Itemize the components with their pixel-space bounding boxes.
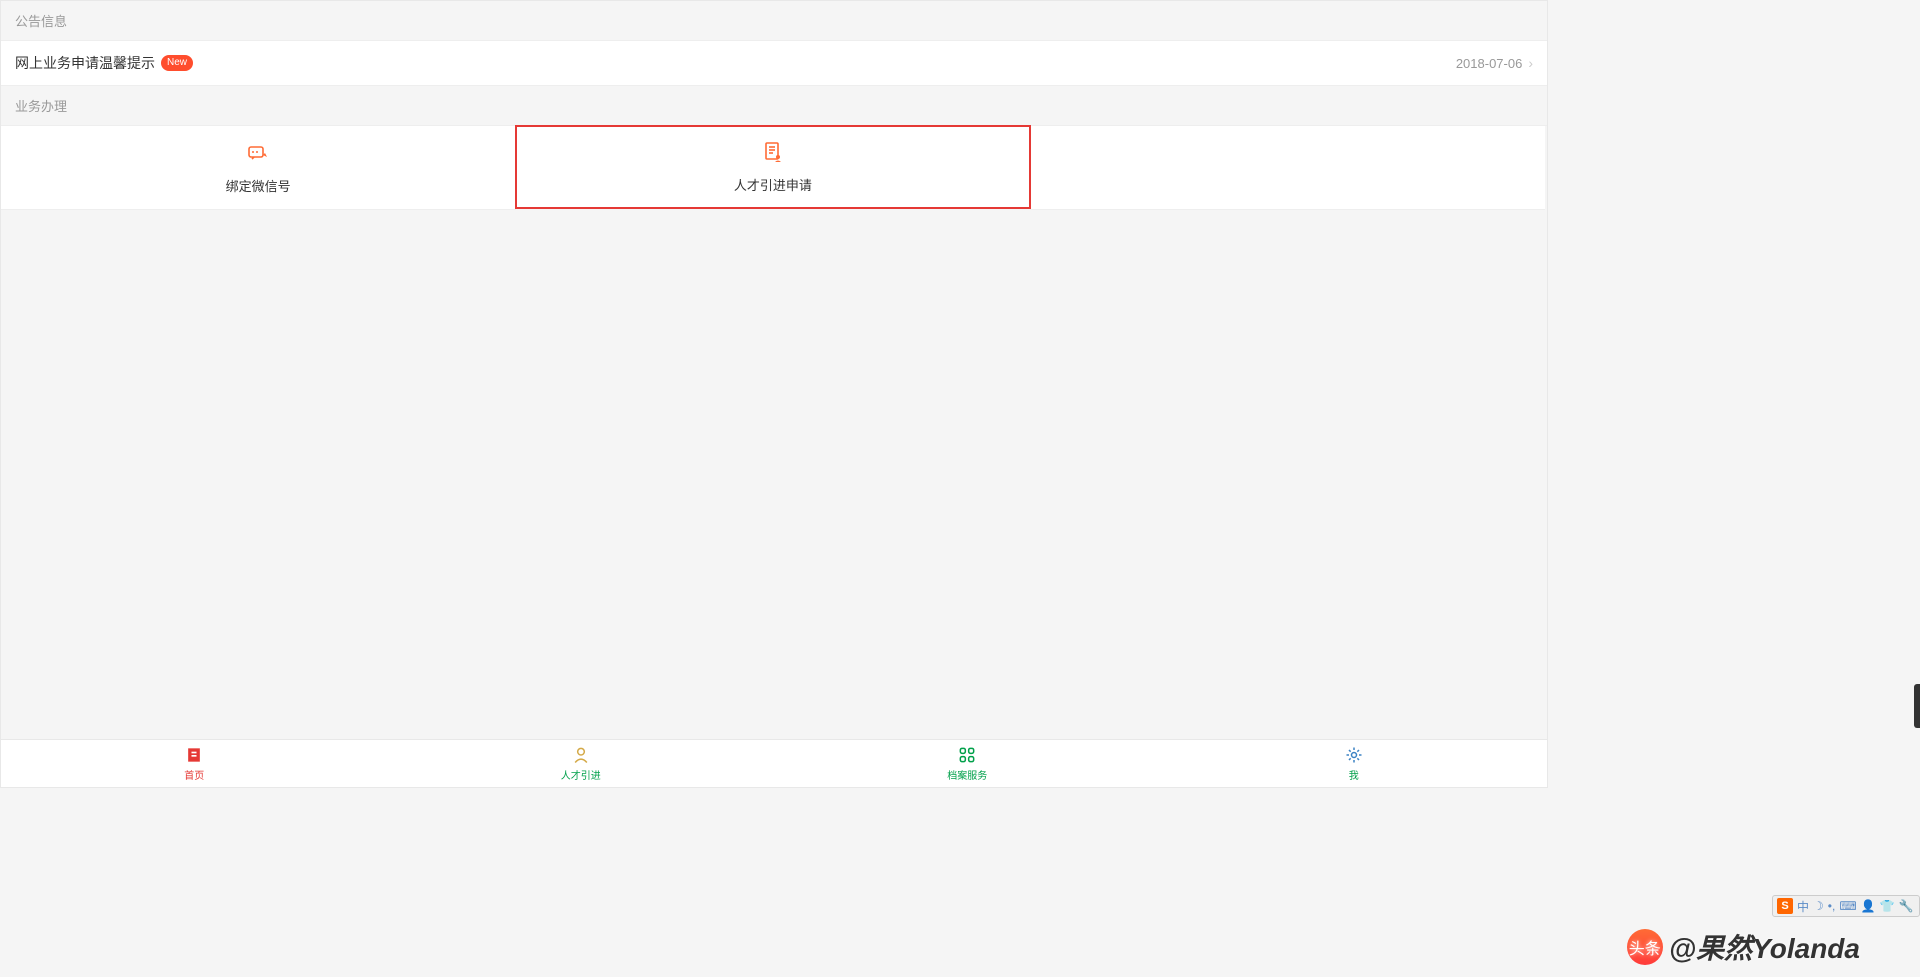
announcement-item[interactable]: 网上业务申请温馨提示 New 2018-07-06 › xyxy=(1,41,1547,86)
nav-archive-label: 档案服务 xyxy=(947,767,987,782)
watermark: 头条 @果然Yolanda xyxy=(1627,927,1860,967)
bind-wechat-label: 绑定微信号 xyxy=(226,176,291,195)
bind-wechat-card[interactable]: 绑定微信号 xyxy=(1,126,516,210)
business-header-label: 业务办理 xyxy=(15,99,67,114)
wechat-icon xyxy=(246,141,270,168)
talent-apply-label: 人才引进申请 xyxy=(734,175,812,194)
ime-tool-icon[interactable]: 🔧 xyxy=(1899,899,1914,913)
watermark-logo-icon: 头条 xyxy=(1627,929,1663,965)
ime-moon-icon[interactable]: ☽ xyxy=(1813,899,1824,913)
chevron-right-icon: › xyxy=(1528,55,1533,71)
new-badge: New xyxy=(161,55,193,71)
ime-skin-icon[interactable]: 👕 xyxy=(1880,899,1895,913)
business-cards-row: 绑定微信号 人才引进申请 xyxy=(1,126,1547,210)
announcements-header-label: 公告信息 xyxy=(15,14,67,29)
sogou-logo-icon: S xyxy=(1777,898,1793,914)
announcement-item-left: 网上业务申请温馨提示 New xyxy=(15,53,193,73)
talent-apply-card[interactable]: 人才引进申请 xyxy=(515,125,1030,209)
watermark-text: @果然Yolanda xyxy=(1669,927,1860,967)
ime-toolbar[interactable]: S 中 ☽ •, ⌨ 👤 👕 🔧 xyxy=(1772,895,1920,917)
ime-lang-label[interactable]: 中 xyxy=(1797,898,1809,915)
ime-person-icon[interactable]: 👤 xyxy=(1861,899,1876,913)
announcements-header: 公告信息 xyxy=(1,1,1547,41)
ime-keyboard-icon[interactable]: ⌨ xyxy=(1839,899,1856,913)
nav-talent-label: 人才引进 xyxy=(561,767,601,782)
document-person-icon xyxy=(761,140,785,167)
nav-talent[interactable]: 人才引进 xyxy=(388,740,775,787)
nav-home-label: 首页 xyxy=(184,767,204,782)
business-header: 业务办理 xyxy=(1,86,1547,126)
grid-icon xyxy=(957,745,977,765)
ime-punct-icon[interactable]: •, xyxy=(1828,899,1836,913)
announcement-title: 网上业务申请温馨提示 xyxy=(15,53,155,73)
nav-me[interactable]: 我 xyxy=(1161,740,1548,787)
announcement-date: 2018-07-06 xyxy=(1456,56,1523,71)
nav-archive[interactable]: 档案服务 xyxy=(774,740,1161,787)
empty-card xyxy=(1030,126,1545,210)
nav-home[interactable]: 首页 xyxy=(1,740,388,787)
home-icon xyxy=(184,745,204,765)
nav-me-label: 我 xyxy=(1349,767,1359,782)
bottom-nav: 首页 人才引进 档案服务 我 xyxy=(1,739,1547,787)
gear-icon xyxy=(1344,745,1364,765)
app-container: 公告信息 网上业务申请温馨提示 New 2018-07-06 › 业务办理 xyxy=(0,0,1548,788)
person-icon xyxy=(571,745,591,765)
announcement-item-right: 2018-07-06 › xyxy=(1456,55,1533,71)
scroll-indicator[interactable] xyxy=(1914,684,1920,728)
